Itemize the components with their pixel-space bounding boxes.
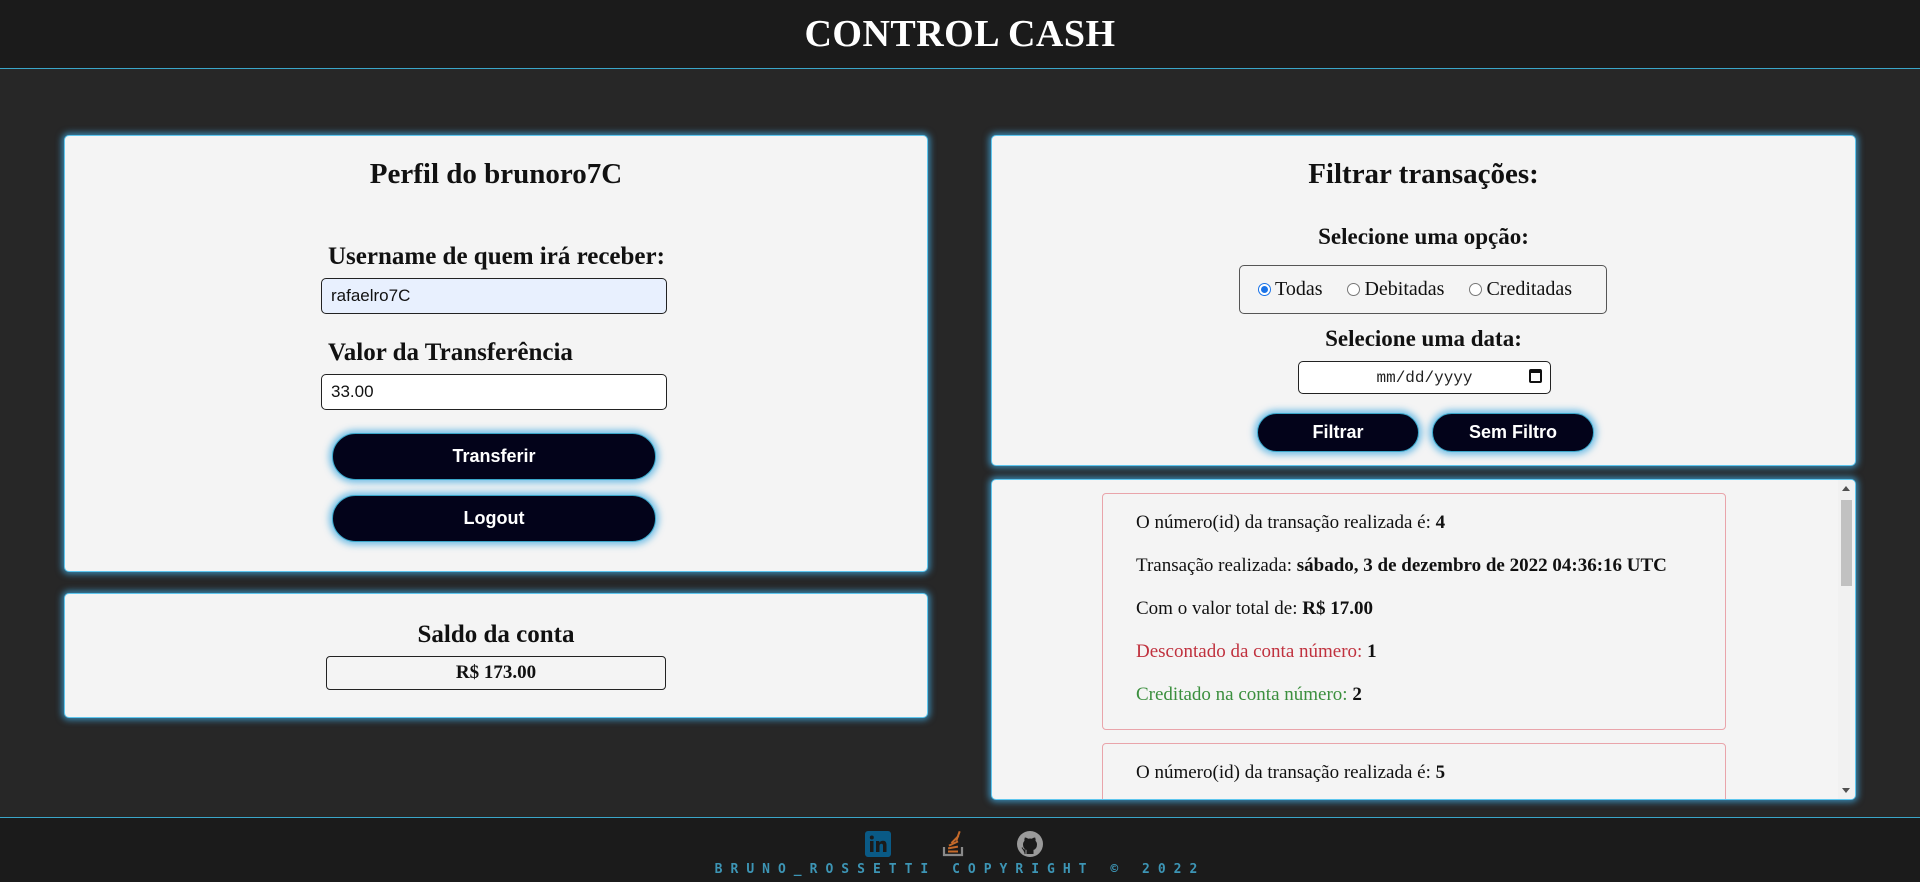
scroll-down-arrow-icon[interactable] <box>1842 788 1850 793</box>
radio-label-todas: Todas <box>1275 278 1323 300</box>
radio-option-todas[interactable]: Todas <box>1258 278 1322 301</box>
radio-label-debitadas: Debitadas <box>1364 278 1445 300</box>
filter-title: Filtrar transações: <box>1308 158 1539 190</box>
transactions-panel[interactable]: O número(id) da transação realizada é: 4… <box>991 479 1856 800</box>
transaction-date-label: Transação realizada: <box>1136 555 1292 576</box>
scroll-thumb[interactable] <box>1841 500 1852 586</box>
date-input[interactable]: mm/dd/yyyy <box>1298 361 1551 394</box>
balance-value: R$ 173.00 <box>326 656 666 690</box>
radio-debitadas[interactable] <box>1347 283 1361 296</box>
radio-creditadas[interactable] <box>1469 283 1483 296</box>
radio-label-creditadas: Creditadas <box>1486 278 1572 300</box>
date-placeholder: mm/dd/yyyy <box>1376 368 1473 387</box>
transaction-value-amount: R$ 17.00 <box>1302 598 1373 619</box>
profile-panel: Perfil do brunoro7C Username de quem irá… <box>64 135 928 572</box>
amount-label: Valor da Transferência <box>328 339 573 366</box>
transaction-credit-account: 2 <box>1352 684 1362 705</box>
transaction-debit-account: 1 <box>1367 641 1377 662</box>
transaction-card: O número(id) da transação realizada é: 4… <box>1102 493 1726 730</box>
recipient-label: Username de quem irá receber: <box>328 243 665 270</box>
radio-todas[interactable] <box>1258 283 1271 296</box>
filter-button[interactable]: Filtrar <box>1257 413 1419 452</box>
filter-panel: Filtrar transações: Selecione uma opção:… <box>991 135 1856 466</box>
date-label: Selecione uma data: <box>1325 326 1522 351</box>
transaction-id-line: O número(id) da transação realizada é: 5 <box>1136 762 1445 784</box>
option-label: Selecione uma opção: <box>1318 224 1529 249</box>
transaction-card: O número(id) da transação realizada é: 5 <box>1102 743 1726 799</box>
github-icon[interactable] <box>1016 830 1044 858</box>
linkedin-icon[interactable] <box>864 830 892 858</box>
transaction-value-line: Com o valor total de: R$ 17.00 <box>1136 598 1373 620</box>
balance-title: Saldo da conta <box>417 621 575 648</box>
transaction-credit-line: Creditado na conta número: 2 <box>1136 684 1362 706</box>
radio-option-debitadas[interactable]: Debitadas <box>1347 278 1444 301</box>
scroll-up-arrow-icon[interactable] <box>1842 486 1850 491</box>
scrollbar[interactable] <box>1838 480 1855 799</box>
balance-panel: Saldo da conta R$ 173.00 <box>64 593 928 718</box>
transfer-button[interactable]: Transferir <box>332 433 656 480</box>
profile-title: Perfil do brunoro7C <box>369 158 623 190</box>
transaction-id-value: 4 <box>1435 512 1446 533</box>
recipient-input[interactable] <box>321 278 667 314</box>
radio-option-creditadas[interactable]: Creditadas <box>1469 278 1572 301</box>
logout-button[interactable]: Logout <box>332 495 656 542</box>
transaction-id-label: O número(id) da transação realizada é: <box>1136 512 1431 533</box>
social-links <box>864 830 1044 858</box>
transaction-date-line: Transação realizada: sábado, 3 de dezemb… <box>1136 555 1667 577</box>
transaction-value-label: Com o valor total de: <box>1136 598 1298 619</box>
transaction-debit-label: Descontado da conta número: <box>1136 641 1363 662</box>
transaction-id-line: O número(id) da transação realizada é: 4 <box>1136 512 1445 534</box>
stackoverflow-icon[interactable] <box>940 830 968 858</box>
transaction-id-value: 5 <box>1435 762 1446 783</box>
app-header: CONTROL CASH <box>0 0 1920 69</box>
transaction-debit-line: Descontado da conta número: 1 <box>1136 641 1377 663</box>
amount-input[interactable] <box>321 374 667 410</box>
app-footer: BRUNO_ROSSETTI COPYRIGHT © 2022 <box>0 817 1920 882</box>
transaction-credit-label: Creditado na conta número: <box>1136 684 1348 705</box>
no-filter-button[interactable]: Sem Filtro <box>1432 413 1594 452</box>
filter-radio-group: Todas Debitadas Creditadas <box>1239 265 1607 314</box>
transaction-date-value: sábado, 3 de dezembro de 2022 04:36:16 U… <box>1296 555 1667 576</box>
app-title: CONTROL CASH <box>804 13 1116 55</box>
copyright-text: BRUNO_ROSSETTI COPYRIGHT © 2022 <box>714 862 1206 877</box>
calendar-icon[interactable] <box>1529 369 1542 383</box>
transaction-id-label: O número(id) da transação realizada é: <box>1136 762 1431 783</box>
